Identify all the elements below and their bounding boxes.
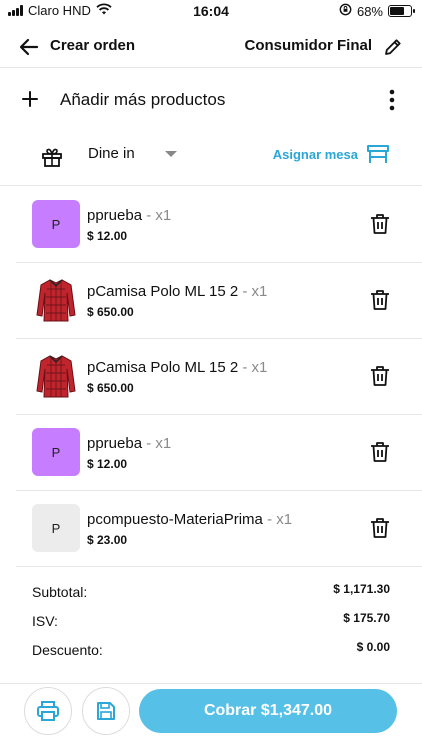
- trash-icon: [371, 442, 389, 462]
- product-thumbnail: P: [32, 200, 80, 248]
- subtotal-label: Subtotal:: [32, 584, 88, 600]
- tax-row: ISV: $ 175.70: [0, 609, 422, 638]
- back-arrow-icon: [19, 38, 39, 56]
- order-items-list: P pprueba - x1 $ 12.00 pCamisa Polo ML 1…: [0, 187, 422, 567]
- customer-name[interactable]: Consumidor Final: [245, 37, 373, 54]
- assign-table-button[interactable]: Asignar mesa: [273, 143, 390, 165]
- charge-button[interactable]: Cobrar $1,347.00: [139, 689, 397, 733]
- product-qty: - x1: [262, 511, 293, 528]
- product-thumbnail: P: [32, 428, 80, 476]
- footer-actions: Cobrar $1,347.00: [0, 683, 422, 750]
- plus-icon: [22, 91, 38, 107]
- add-products-row: Añadir más productos: [0, 82, 422, 118]
- discount-value: $ 0.00: [356, 640, 390, 654]
- product-qty: - x1: [238, 283, 268, 300]
- order-type-value: Dine in: [88, 145, 135, 162]
- trash-icon: [371, 214, 389, 234]
- product-name: pCamisa Polo ML 15 2: [87, 283, 239, 300]
- pencil-icon: [385, 39, 401, 55]
- discount-row: Descuento: $ 0.00: [0, 638, 422, 667]
- product-price: $ 12.00: [87, 229, 128, 243]
- order-item[interactable]: P pprueba - x1 $ 12.00: [16, 187, 422, 263]
- back-button[interactable]: [14, 32, 44, 62]
- battery-icon: [388, 5, 415, 17]
- page-title: Crear orden: [50, 37, 136, 54]
- printer-icon: [37, 701, 59, 721]
- product-name: pprueba: [87, 207, 143, 224]
- product-qty: - x1: [142, 435, 172, 452]
- battery-percent: 68%: [356, 3, 383, 19]
- product-thumbnail: [32, 276, 80, 324]
- product-name: pprueba: [87, 435, 143, 452]
- add-products-label[interactable]: Añadir más productos: [60, 90, 225, 110]
- tax-label: ISV:: [32, 613, 58, 629]
- product-price: $ 650.00: [87, 305, 134, 319]
- save-button[interactable]: [82, 687, 130, 735]
- shirt-icon: [36, 355, 76, 398]
- order-type-select[interactable]: Dine in: [88, 145, 177, 162]
- order-totals: Subtotal: $ 1,171.30 ISV: $ 175.70 Descu…: [0, 580, 422, 667]
- app-header: Crear orden Consumidor Final: [0, 28, 422, 68]
- order-type-row: Dine in Asignar mesa: [0, 140, 422, 186]
- more-vertical-icon: [389, 89, 395, 111]
- trash-icon: [371, 518, 389, 538]
- assign-table-label: Asignar mesa: [272, 146, 358, 162]
- order-item[interactable]: P pprueba - x1 $ 12.00: [16, 415, 422, 491]
- subtotal-value: $ 1,171.30: [333, 582, 390, 596]
- delete-item-button[interactable]: [368, 515, 392, 541]
- delete-item-button[interactable]: [368, 211, 392, 237]
- more-options-button[interactable]: [382, 86, 402, 114]
- product-qty: - x1: [142, 207, 172, 224]
- print-button[interactable]: [24, 687, 72, 735]
- product-price: $ 23.00: [87, 533, 128, 547]
- add-products-button[interactable]: [16, 85, 44, 113]
- discount-label: Descuento:: [32, 642, 103, 658]
- trash-icon: [371, 290, 389, 310]
- orientation-lock-icon: [339, 3, 352, 19]
- chevron-down-icon: [164, 150, 177, 157]
- product-qty: - x1: [238, 359, 268, 376]
- order-item[interactable]: pCamisa Polo ML 15 2 - x1 $ 650.00: [16, 263, 422, 339]
- save-icon: [97, 702, 115, 720]
- delete-item-button[interactable]: [368, 363, 392, 389]
- delete-item-button[interactable]: [368, 439, 392, 465]
- subtotal-row: Subtotal: $ 1,171.30: [0, 580, 422, 609]
- tax-value: $ 175.70: [343, 611, 390, 625]
- delete-item-button[interactable]: [368, 287, 392, 313]
- product-thumbnail: [32, 352, 80, 400]
- order-item[interactable]: P pcompuesto-MateriaPrima - x1 $ 23.00: [16, 491, 422, 567]
- order-item[interactable]: pCamisa Polo ML 15 2 - x1 $ 650.00: [16, 339, 422, 415]
- product-thumbnail: P: [32, 504, 80, 552]
- edit-customer-button[interactable]: [378, 32, 408, 62]
- gift-icon: [40, 145, 64, 174]
- trash-icon: [371, 366, 389, 386]
- table-icon: [367, 145, 389, 163]
- product-name: pCamisa Polo ML 15 2: [87, 359, 239, 376]
- product-name: pcompuesto-MateriaPrima: [87, 511, 263, 528]
- product-price: $ 650.00: [87, 381, 134, 395]
- status-bar: Claro HND 16:04 68%: [0, 0, 422, 24]
- shirt-icon: [36, 279, 76, 322]
- product-price: $ 12.00: [87, 457, 128, 471]
